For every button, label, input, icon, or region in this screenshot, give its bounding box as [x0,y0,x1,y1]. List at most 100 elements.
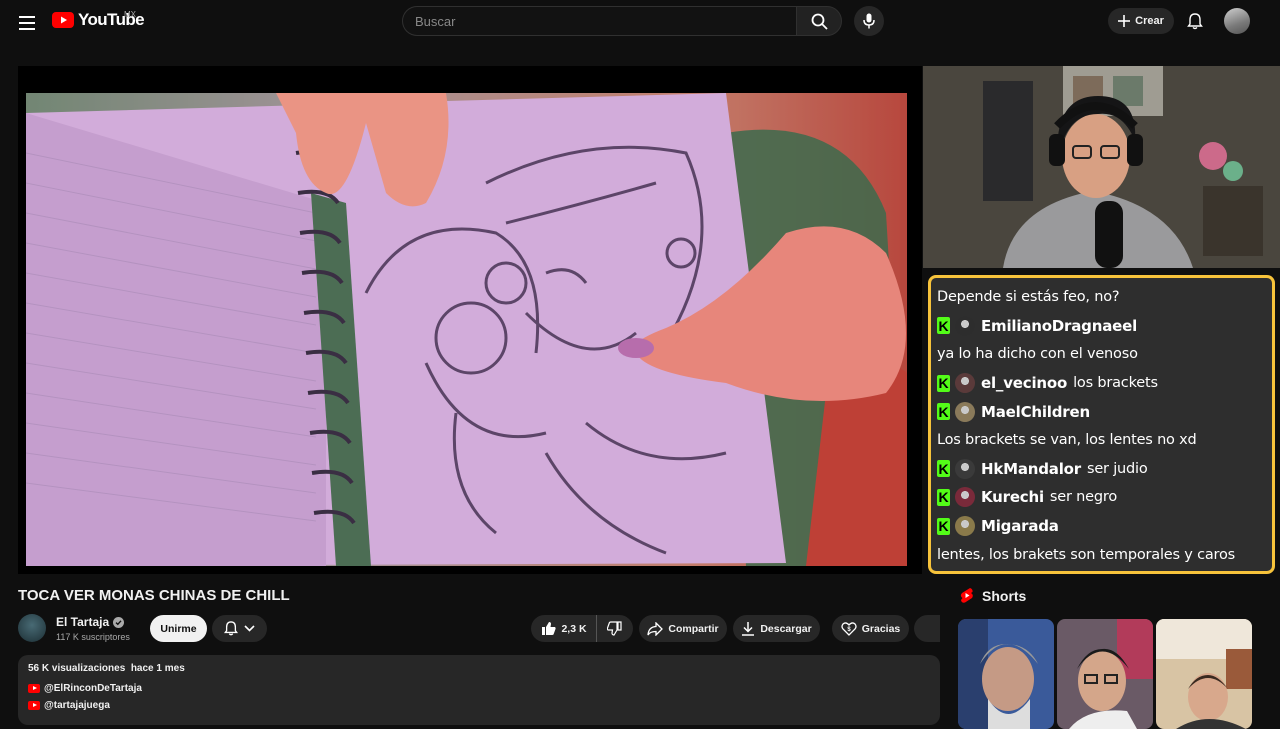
chat-message: Los brackets se van, los lentes no xd [937,426,1266,455]
chat-message: Kel_vecinoo los brackets [937,369,1266,398]
link-text: @tartajajuega [44,700,110,711]
verified-icon [113,616,125,628]
bell-icon [224,621,238,636]
chat-username: HkMandalor [981,459,1081,478]
chat-message: K Kurechi ser negro [937,483,1266,512]
chat-message: K Migarada [937,512,1266,541]
chat-message-text: Depende si estás feo, no? [937,289,1120,306]
description-box[interactable]: 56 K visualizaciones hace 1 mes @ElRinco… [18,655,940,725]
thanks-heart-icon: $ [841,622,857,636]
chat-username: Kurechi [981,488,1044,507]
chat-message: Depende si estás feo, no? [937,283,1266,312]
share-button[interactable]: Compartir [639,615,727,642]
channel-name-link[interactable]: El Tartaja [56,615,125,629]
like-dislike-group: 2,3 K [531,615,633,642]
video-scene [26,93,907,566]
chevron-down-icon [244,625,255,632]
chat-username: MaelChildren [981,402,1090,421]
search-box [402,6,796,36]
chat-user-avatar [955,401,975,422]
short-thumbnail-image [1156,619,1252,729]
channel-name: El Tartaja [56,615,110,629]
kick-badge-icon: K [937,460,950,478]
subscriber-count: 117 K suscriptores [56,632,130,642]
youtube-mini-icon [28,684,40,693]
share-icon [647,621,664,636]
short-thumbnail-3[interactable] [1156,619,1252,729]
chat-message-text: Los brackets se van, los lentes no xd [937,432,1197,449]
thanks-label: Gracias [861,622,901,635]
search-icon [811,13,828,30]
shorts-icon [960,588,973,603]
subscription-notifications-button[interactable] [212,615,267,642]
chat-message-text: los brackets [1073,375,1158,392]
shorts-header: Shorts [960,587,1026,604]
microphone-icon [863,13,875,29]
chat-message-text: lentes, los brakets son temporales y car… [937,546,1235,563]
join-button[interactable]: Unirme [150,615,207,642]
channel-avatar[interactable] [18,614,46,642]
chat-message: lentes, los brakets son temporales y car… [937,540,1266,569]
create-label: Crear [1135,15,1164,27]
search-button[interactable] [796,6,842,36]
link-text: @ElRinconDeTartaja [44,683,142,694]
like-button[interactable]: 2,3 K [532,615,597,642]
more-actions-button[interactable] [914,615,940,642]
country-code: MX [124,10,136,19]
youtube-mini-icon [28,701,40,710]
like-count: 2,3 K [561,622,587,635]
chat-message: K MaelChildren [937,397,1266,426]
chat-user-avatar [955,315,975,336]
description-link-1[interactable]: @ElRinconDeTartaja [28,683,930,694]
chat-message: K EmilianoDragnaeel [937,312,1266,341]
chat-message-text: ya lo ha dicho con el venoso [937,346,1138,363]
short-thumbnail-image [1057,619,1153,729]
short-thumbnail-2[interactable] [1057,619,1153,729]
chat-message-text: ser judio [1086,460,1148,477]
chat-user-avatar [955,487,975,508]
thumbs-up-icon [542,622,557,635]
chat-overlay: Depende si estás feo, no? K EmilianoDragna… [928,275,1275,574]
dislike-button[interactable] [597,615,632,642]
description-link-2[interactable]: @tartajajuega [28,700,930,711]
youtube-play-icon [52,12,74,28]
video-title: TOCA VER MONAS CHINAS DE CHILL [18,587,290,604]
search-input[interactable] [415,13,796,29]
short-thumbnail-1[interactable] [958,619,1054,729]
kick-badge-icon: K [937,517,950,535]
create-button[interactable]: Crear [1108,8,1174,34]
svg-text:$: $ [847,627,851,633]
bell-icon [1187,12,1203,29]
video-frame [26,93,907,566]
chat-user-avatar [955,516,975,537]
kick-badge-icon: K [937,403,950,421]
download-button[interactable]: Descargar [733,615,820,642]
chat-username: Migarada [981,517,1059,536]
webcam-scene [923,66,1280,268]
view-count-date: 56 K visualizaciones hace 1 mes [28,663,185,674]
streamer-webcam [923,66,1280,268]
download-icon [742,622,755,636]
chat-username: EmilianoDragnaeel [981,316,1138,335]
chat-user-avatar [955,373,975,394]
chat-message: K HkMandalor ser judio [937,455,1266,484]
chat-user-avatar [955,458,975,479]
voice-search-button[interactable] [854,6,884,36]
chat-username: el_vecinoo [981,374,1068,393]
share-label: Compartir [668,622,719,635]
chat-message: ya lo ha dicho con el venoso [937,340,1266,369]
kick-badge-icon: K [937,317,950,335]
video-player[interactable] [18,66,922,574]
thumbs-down-icon [606,621,622,636]
notifications-button[interactable] [1182,8,1208,34]
menu-button[interactable] [12,8,42,38]
shorts-title: Shorts [982,587,1027,604]
account-avatar[interactable] [1224,8,1250,34]
chat-message-text: ser negro [1049,489,1117,506]
kick-badge-icon: K [937,374,950,392]
hamburger-icon [19,16,35,30]
top-bar: YouTube MX Crear [0,0,1280,56]
short-thumbnail-image [958,619,1054,729]
thanks-button[interactable]: $ Gracias [832,615,909,642]
download-label: Descargar [760,622,812,635]
